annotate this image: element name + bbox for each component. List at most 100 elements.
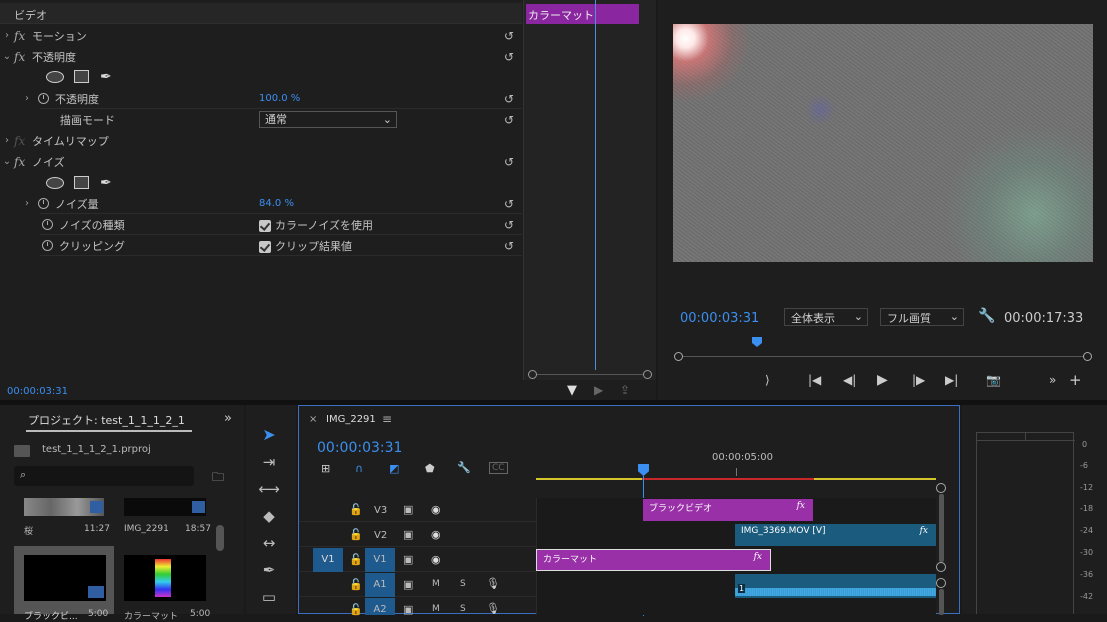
program-scrubber[interactable] [674,337,1092,361]
checkbox-checked-icon[interactable] [259,219,271,232]
chevron-down-icon[interactable]: ⌄ [0,51,14,62]
slip-tool-icon[interactable]: ↔ [258,532,280,554]
mute-button[interactable]: M [432,579,440,589]
param-row-opacity[interactable]: › 不透明度 100.0 % ↺ [0,88,522,109]
reset-icon[interactable]: ↺ [504,92,514,106]
chevron-right-icon[interactable]: › [0,30,14,41]
param-row-clipping[interactable]: クリッピング クリップ結果値 ↺ [0,235,522,256]
pen-mask-icon[interactable]: ✒ [100,69,112,85]
step-back-icon[interactable]: ◀| [843,373,856,387]
rect-mask-icon[interactable] [74,70,89,83]
effect-clip-bar[interactable]: カラーマット [526,4,639,24]
lock-icon[interactable]: 🔓 [349,603,363,616]
lock-icon[interactable]: 🔓 [349,528,363,541]
more-icon[interactable]: » [1049,373,1056,387]
program-video-frame[interactable] [673,24,1093,262]
opacity-value[interactable]: 100.0 % [259,93,300,104]
linked-selection-icon[interactable]: ◩ [389,462,399,475]
go-to-out-icon[interactable]: ▶| [945,373,958,387]
scroll-handle-right[interactable] [643,370,652,379]
mini-scroll-bar[interactable] [528,370,652,379]
pen-mask-icon[interactable]: ✒ [100,175,112,191]
clip-color-matte[interactable]: カラーマット fx [536,549,771,571]
blend-mode-select[interactable]: 通常 ⌄ [259,111,397,128]
eye-icon[interactable]: ◉ [431,553,441,566]
play-icon[interactable]: ▶ [877,372,888,388]
chevron-right-icon[interactable]: › [20,198,34,209]
clip-black-video[interactable]: ブラックビデオ fx [643,499,813,521]
menu-icon[interactable]: ≡ [382,412,392,426]
effect-row-time-remap[interactable]: › fx タイムリマップ [0,130,522,151]
effect-mini-timeline[interactable]: カラーマット [523,0,656,380]
effect-row-noise[interactable]: ⌄ fx ノイズ ↺ [0,151,522,172]
reset-icon[interactable]: ↺ [504,113,514,127]
captions-icon[interactable]: CC [489,462,508,474]
lock-icon[interactable]: 🔓 [349,578,363,591]
ripple-edit-icon[interactable]: ⟷ [258,478,280,500]
zoom-handle-top[interactable] [936,483,946,493]
param-row-noise-type[interactable]: ノイズの種類 カラーノイズを使用 ↺ [0,214,522,235]
vertical-scroll-track[interactable] [939,494,944,562]
clip-result-checkbox[interactable]: クリップ結果値 [259,238,352,254]
expand-panels-icon[interactable]: » [224,411,232,426]
sync-icon[interactable]: ▣ [403,603,413,616]
lock-icon[interactable]: 🔓 [349,503,363,516]
project-tab[interactable]: プロジェクト: test_1_1_1_2_1 [28,412,185,428]
sync-icon[interactable]: ▣ [403,578,413,591]
chevron-down-icon[interactable]: ⌄ [0,156,14,167]
razor-tool-icon[interactable]: ◆ [258,505,280,527]
param-row-noise-amount[interactable]: › ノイズ量 84.0 % ↺ [0,193,522,214]
selection-tool-icon[interactable]: ➤ [258,424,280,446]
ellipse-mask-icon[interactable] [46,176,64,189]
microphone-icon[interactable]: 🎙 [486,602,500,615]
pen-tool-icon[interactable]: ✒ [258,559,280,581]
go-to-in-icon[interactable]: |◀ [808,373,821,387]
chevron-right-icon[interactable]: › [0,135,14,146]
mute-button[interactable]: M [432,604,440,614]
sync-icon[interactable]: ▣ [403,503,413,516]
reset-icon[interactable]: ↺ [504,218,514,232]
step-forward-icon[interactable]: |▶ [912,373,925,387]
new-bin-icon[interactable]: 🗀 [212,468,224,489]
scrollbar[interactable] [216,525,224,551]
track-header-v3[interactable]: 🔓 V3 ▣ ◉ [299,498,536,522]
fx-icon[interactable]: fx [14,155,32,169]
timeline-timecode[interactable]: 00:00:03:31 [317,440,402,456]
reset-icon[interactable]: ↺ [504,50,514,64]
zoom-select[interactable]: 全体表示 ⌄ [784,308,868,326]
effect-timecode[interactable]: 00:00:03:31 [7,386,68,397]
export-icon[interactable]: ⇪ [620,383,630,397]
track-header-v1[interactable]: V1 🔓 V1 ▣ ◉ [299,548,536,572]
stopwatch-icon[interactable] [42,219,53,230]
fx-icon[interactable]: fx [14,29,32,43]
scroll-handle-left[interactable] [674,352,683,361]
fx-icon[interactable]: fx [14,134,32,148]
timeline-tab[interactable]: IMG_2291 [326,414,376,425]
stopwatch-icon[interactable] [42,240,53,251]
track-header-v2[interactable]: 🔓 V2 ▣ ◉ [299,523,536,547]
track-header-a1[interactable]: 🔓 A1 ▣ M S 🎙 [299,573,536,597]
marker-icon[interactable]: ⬟ [425,462,435,475]
eye-icon[interactable]: ◉ [431,528,441,541]
effect-row-motion[interactable]: › fx モーション ↺ [0,25,522,46]
timeline-ruler[interactable]: 00:00:05:00 [536,450,936,482]
mark-out-icon[interactable]: ⟩ [765,373,770,387]
vertical-scroll-track-audio[interactable] [939,589,944,615]
checkbox-checked-icon[interactable] [259,240,271,253]
lock-icon[interactable]: 🔓 [349,553,363,566]
track-header-a2[interactable]: 🔓 A2 ▣ M S 🎙 [299,598,536,616]
filter-icon[interactable]: ▼ [567,383,577,398]
color-noise-checkbox[interactable]: カラーノイズを使用 [259,217,373,233]
stopwatch-icon[interactable] [38,198,49,209]
snap-magnet-icon[interactable]: ∩ [355,462,363,475]
settings-wrench-icon[interactable]: 🔧 [457,461,471,474]
solo-button[interactable]: S [460,604,466,614]
ellipse-mask-icon[interactable] [46,70,64,83]
scroll-handle-right[interactable] [1083,352,1092,361]
project-search-input[interactable]: ⌕ [14,466,194,486]
program-timecode[interactable]: 00:00:03:31 [680,311,759,326]
microphone-icon[interactable]: 🎙 [486,577,500,590]
stopwatch-icon[interactable] [38,93,49,104]
reset-icon[interactable]: ↺ [504,29,514,43]
eye-icon[interactable]: ◉ [431,503,441,516]
